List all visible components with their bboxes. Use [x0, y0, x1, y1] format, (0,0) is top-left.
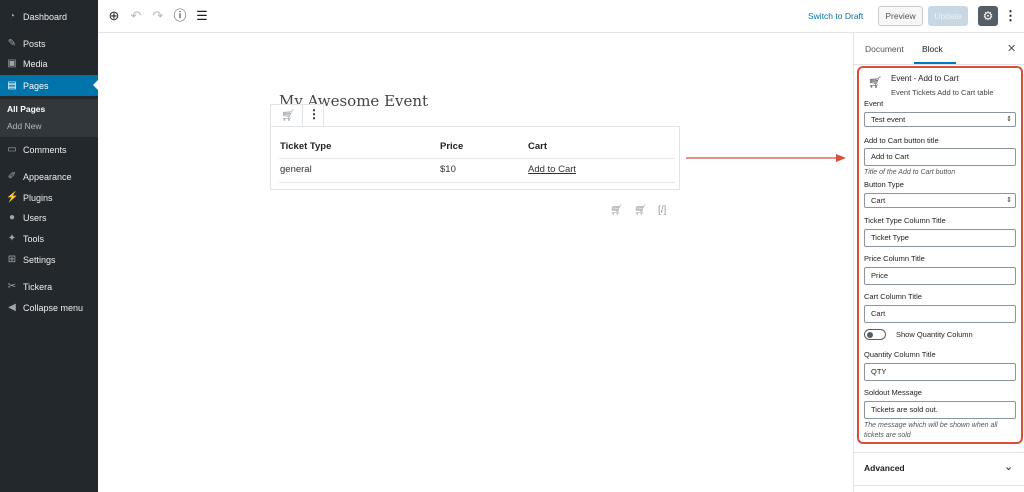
submenu-add-new[interactable]: Add New — [7, 121, 42, 131]
toolbar-separator — [302, 105, 303, 127]
menu-item-tickera[interactable]: ✂ Tickera — [0, 277, 98, 296]
pages-icon: ▤ — [7, 79, 17, 91]
cart-label: Cart Column Title — [864, 292, 922, 301]
update-button[interactable]: Update — [928, 6, 968, 26]
button-type-select[interactable]: Cart ⇕ — [864, 193, 1016, 208]
price-input[interactable]: Price — [864, 267, 1016, 285]
table-cell-price: $10 — [440, 164, 456, 175]
table-cell-ticket-type: general — [280, 164, 312, 175]
tab-block[interactable]: Block — [922, 44, 943, 54]
soldout-help: The message which will be shown when all… — [864, 422, 998, 439]
soldout-label: Soldout Message — [864, 388, 922, 397]
price-label: Price Column Title — [864, 254, 925, 263]
admin-sidebar: ◔ Dashboard ✎ Posts ▣ Media ▤ Pages All Page… — [0, 0, 98, 492]
ticket-type-input[interactable]: Ticket Type — [864, 229, 1016, 247]
cart-block-shortcut-icon[interactable]: 🛒︎ — [610, 205, 623, 216]
table-divider — [279, 182, 675, 183]
media-icon: ▣ — [7, 57, 17, 69]
cart-input[interactable]: Cart — [864, 305, 1016, 323]
menu-item-posts[interactable]: ✎ Posts — [0, 34, 98, 53]
ticket-icon: ✂ — [7, 280, 17, 292]
soldout-input[interactable]: Tickets are sold out. — [864, 401, 1016, 419]
preview-button[interactable]: Preview — [878, 6, 923, 26]
more-options-button[interactable]: ⋮ — [1004, 7, 1017, 25]
menu-item-dashboard[interactable]: ◔ Dashboard — [0, 7, 98, 26]
settings-gear-button[interactable]: ⚙ — [978, 6, 998, 26]
event-select[interactable]: Test event ⇕ — [864, 112, 1016, 127]
editor-toolbar: ⊕ ↶ ↷ ⓘ ☰ Switch to Draft Preview Update… — [98, 0, 1024, 33]
button-type-label: Button Type — [864, 180, 904, 189]
outline-icon[interactable]: ☰ — [194, 8, 210, 24]
table-header-cart: Cart — [528, 141, 548, 152]
block-toolbar: 🛒︎ ⋮ — [270, 104, 324, 127]
cart-block-shortcut-icon[interactable]: 🛒︎ — [634, 205, 647, 216]
select-arrows-icon: ⇕ — [1006, 197, 1012, 204]
wrench-icon: ✦ — [7, 232, 17, 244]
annotation-arrow — [686, 154, 846, 162]
toggle-knob — [867, 331, 873, 338]
advanced-panel-toggle[interactable]: Advanced — [864, 463, 905, 473]
settings-sidebar: Document Block ✕ 🛒︎ Event - Add to Cart … — [853, 33, 1024, 492]
cart-icon: 🛒︎ — [868, 77, 882, 89]
block-options-icon[interactable]: ⋮ — [308, 107, 320, 121]
collapse-icon: ◀ — [8, 301, 16, 313]
comment-icon: ▭ — [7, 143, 17, 155]
menu-item-comments[interactable]: ▭ Comments — [0, 140, 98, 159]
quantity-label: Quantity Column Title — [864, 350, 936, 359]
settings-icon: ⊞ — [7, 253, 17, 265]
show-quantity-label: Show Quantity Column — [896, 330, 973, 339]
kebab-menu-icon: ⋮ — [1004, 8, 1017, 23]
add-block-icon[interactable]: ⊕ — [106, 8, 122, 24]
undo-icon[interactable]: ↶ — [128, 8, 144, 24]
gear-icon: ⚙ — [982, 9, 994, 23]
cart-block-icon[interactable]: 🛒︎ — [281, 109, 295, 122]
menu-item-media[interactable]: ▣ Media — [0, 54, 98, 73]
button-title-input[interactable]: Add to Cart — [864, 148, 1016, 166]
pin-icon: ✎ — [7, 37, 17, 49]
ticket-type-label: Ticket Type Column Title — [864, 216, 946, 225]
tabs-divider — [854, 64, 1024, 65]
quantity-input[interactable]: QTY — [864, 363, 1016, 381]
table-header-ticket-type: Ticket Type — [280, 141, 332, 152]
pages-submenu: All Pages Add New — [0, 99, 98, 137]
button-title-label: Add to Cart button title — [864, 136, 939, 145]
menu-item-tools[interactable]: ✦ Tools — [0, 229, 98, 248]
plugin-icon: ⚡ — [6, 191, 19, 203]
collapse-menu[interactable]: ◀ Collapse menu — [0, 298, 98, 317]
event-label: Event — [864, 99, 884, 108]
tab-document[interactable]: Document — [865, 44, 904, 54]
menu-item-settings[interactable]: ⊞ Settings — [0, 250, 98, 269]
block-card-description: Event Tickets Add to Cart table — [891, 88, 994, 97]
info-icon[interactable]: ⓘ — [172, 8, 188, 24]
table-header-price: Price — [440, 141, 464, 152]
event-add-to-cart-block[interactable]: Ticket Type Price Cart general $10 Add t… — [270, 126, 680, 190]
panel-divider — [854, 485, 1024, 486]
submenu-all-pages[interactable]: All Pages — [7, 104, 45, 114]
dashboard-icon: ◔ — [8, 10, 16, 22]
block-card-title: Event - Add to Cart — [891, 74, 959, 83]
chevron-down-icon[interactable]: ⌄ — [1004, 460, 1013, 473]
add-to-cart-link[interactable]: Add to Cart — [528, 164, 576, 175]
menu-item-appearance[interactable]: ✐ Appearance — [0, 167, 98, 186]
select-arrows-icon: ⇕ — [1006, 116, 1012, 123]
panel-divider — [854, 452, 1024, 453]
menu-item-plugins[interactable]: ⚡ Plugins — [0, 188, 98, 207]
show-quantity-toggle[interactable] — [864, 329, 886, 340]
menu-item-pages[interactable]: ▤ Pages — [0, 75, 98, 96]
user-icon: ● — [8, 211, 16, 223]
button-title-help: Title of the Add to Cart button — [864, 169, 956, 176]
shortcode-block-icon[interactable]: [/] — [658, 205, 666, 216]
close-icon[interactable]: ✕ — [1007, 42, 1016, 55]
brush-icon: ✐ — [7, 170, 17, 182]
switch-to-draft-link[interactable]: Switch to Draft — [808, 11, 863, 21]
table-divider — [279, 158, 675, 159]
redo-icon[interactable]: ↷ — [150, 8, 166, 24]
menu-item-users[interactable]: ● Users — [0, 208, 98, 227]
